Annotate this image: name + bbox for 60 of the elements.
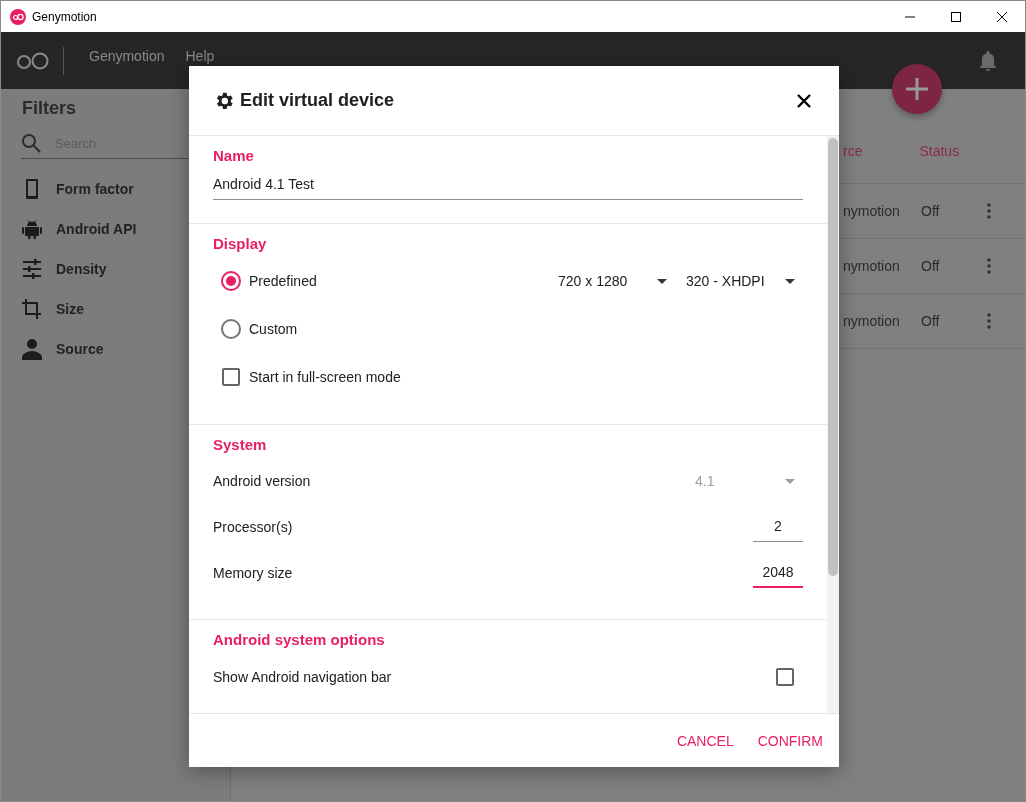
dialog-title: Edit virtual device [240,90,396,111]
confirm-button[interactable]: CONFIRM [749,724,831,757]
dropdown-value: 320 - XHDPI [686,273,765,289]
maximize-icon[interactable] [951,11,961,22]
radio-label: Predefined [249,273,317,289]
dropdown-value: 4.1 [695,473,715,489]
status-cell-text: Off [921,313,941,329]
checkbox-label: Start in full-screen mode [249,369,401,385]
filter-item[interactable]: Density [56,261,107,277]
radio-button[interactable] [221,271,241,291]
checkbox[interactable] [776,668,794,686]
crop-icon [21,298,43,320]
field-label: Android version [213,473,311,489]
section-heading: Name [213,147,255,164]
caret-icon[interactable] [657,278,667,284]
close-icon[interactable] [797,93,811,108]
radio-button[interactable] [221,319,241,339]
dropdown[interactable]: 720 x 1280 [558,273,675,289]
section-heading: Display [213,235,268,252]
section-heading: System [213,436,268,453]
menu-item[interactable]: Help [185,47,215,64]
window-title: Genymotion [32,9,97,24]
person-icon [21,338,43,360]
filter-item[interactable]: Source [56,341,104,357]
status-cell-text: Off [921,258,941,274]
section-heading: Android system options [213,631,386,648]
logo-icon [17,51,49,70]
table-cell-text: nymotion [843,313,901,329]
app-logo-icon [10,8,26,25]
bell-icon[interactable] [979,50,997,71]
checkbox[interactable] [222,368,240,386]
filter-item[interactable]: Android API [56,221,137,237]
dropdown-value: 720 x 1280 [558,273,628,289]
more-options-icon[interactable] [987,258,991,274]
table-cell-text: nymotion [843,203,901,219]
filter-item[interactable]: Size [56,301,84,317]
field-label: Processor(s) [213,519,293,535]
status-cell-text: Off [921,203,941,219]
sliders-icon [21,258,43,280]
radio-label: Custom [249,321,298,337]
plus-icon [905,77,929,101]
name-field[interactable]: Android 4.1 Test [213,176,803,200]
option-label: Show Android navigation bar [213,669,392,685]
menu-item[interactable]: Genymotion [89,47,165,64]
more-options-icon[interactable] [987,203,991,219]
number-field[interactable]: 2 [753,512,803,542]
scrollbar-thumb[interactable] [828,138,838,576]
sidebar-title: Filters [22,98,78,119]
android-icon [21,218,43,240]
number-field[interactable]: 2048 [753,558,803,588]
add-button[interactable] [892,64,942,114]
table-cell-text: nymotion [843,258,901,274]
caret-icon[interactable] [785,278,795,284]
close-icon[interactable] [997,11,1007,22]
field-label: Memory size [213,565,293,581]
dropdown[interactable]: 320 - XHDPI [686,273,803,289]
more-options-icon[interactable] [987,313,991,329]
filter-item[interactable]: Form factor [56,181,134,197]
cancel-button[interactable]: CANCEL [668,724,742,757]
search-icon [21,133,41,153]
